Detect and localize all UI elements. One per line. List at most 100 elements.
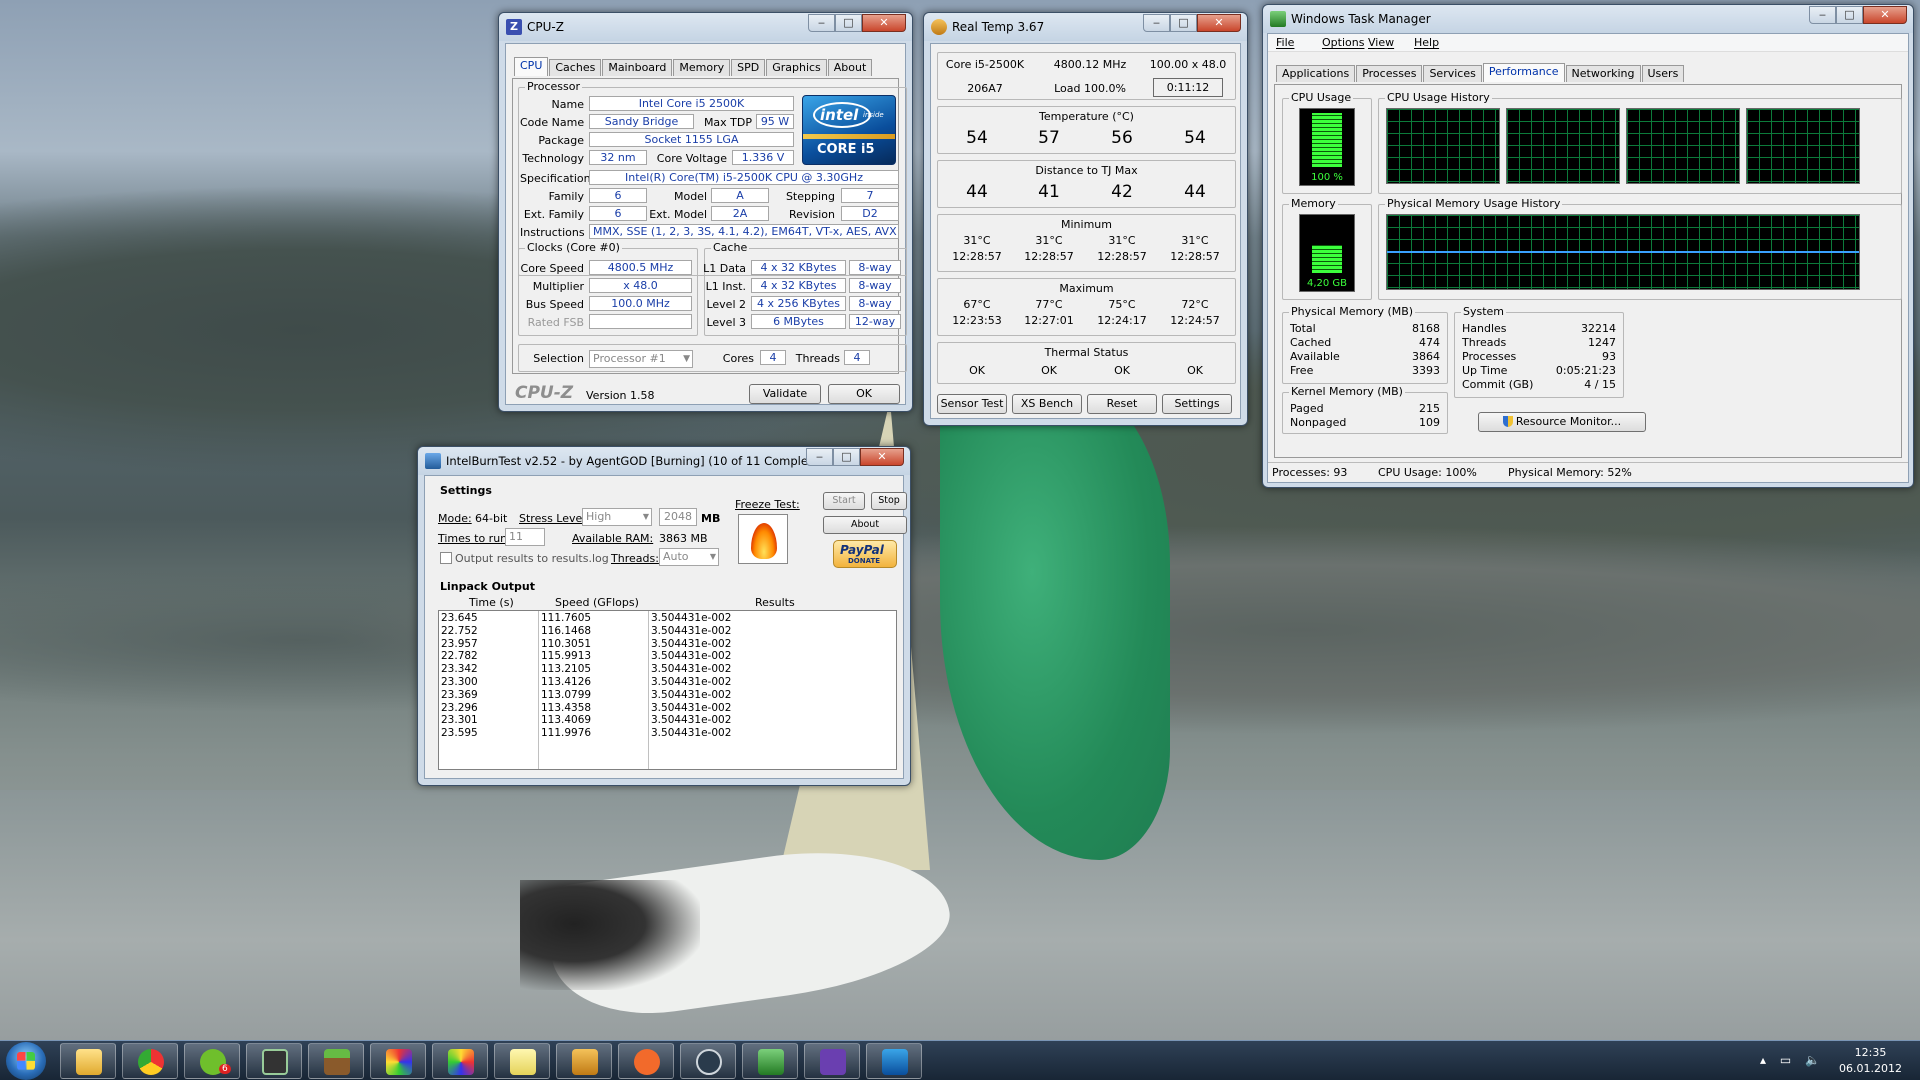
memory-size-input[interactable]: 2048 [659, 508, 697, 526]
volume-icon[interactable]: 🔈 [1805, 1053, 1820, 1067]
taskbar-taskmanager[interactable] [742, 1043, 798, 1079]
settings-label: Settings [440, 484, 492, 497]
list-item: 23.300 [441, 675, 478, 688]
tab-about[interactable]: About [827, 59, 873, 76]
realtemp-titlebar[interactable]: Real Temp 3.67 ‒ □ ✕ [924, 13, 1247, 41]
reset-button[interactable]: Reset [1087, 394, 1157, 414]
specification-label: Specification [520, 172, 591, 185]
cpuz-client: CPU Caches Mainboard Memory SPD Graphics About… [505, 43, 907, 405]
minecraft-block-icon [324, 1049, 350, 1075]
taskmanager-titlebar[interactable]: Windows Task Manager ‒ □ ✕ [1263, 5, 1913, 33]
taskbar-chrome[interactable] [122, 1043, 178, 1079]
taskbar-clock[interactable]: 12:35 06.01.2012 [1839, 1045, 1902, 1077]
tab-spd[interactable]: SPD [731, 59, 766, 76]
freeze-test-label: Freeze Test: [735, 498, 800, 511]
taskbar-intelburntest[interactable] [866, 1043, 922, 1079]
minimize-button[interactable]: ‒ [1809, 6, 1836, 24]
linpack-output-list[interactable]: 23.645 22.752 23.957 22.782 23.342 23.300 23.3… [438, 610, 897, 770]
tab-caches[interactable]: Caches [549, 59, 602, 76]
level3-value: 6 MBytes [751, 314, 846, 329]
cores-label: Cores [722, 352, 754, 365]
ok-button[interactable]: OK [828, 384, 900, 404]
close-button[interactable]: ✕ [862, 14, 906, 32]
package-value: Socket 1155 LGA [589, 132, 794, 147]
maximize-button[interactable]: □ [1836, 6, 1863, 24]
tab-graphics[interactable]: Graphics [766, 59, 827, 76]
taskbar-realtemp[interactable] [556, 1043, 612, 1079]
tab-mainboard[interactable]: Mainboard [602, 59, 673, 76]
minimize-button[interactable]: ‒ [806, 448, 833, 466]
stress-level-dropdown[interactable]: High ▼ [582, 508, 652, 526]
flame-icon[interactable] [738, 514, 788, 564]
cpuz-titlebar[interactable]: Z CPU-Z ‒ □ ✕ [499, 13, 912, 41]
list-item: 23.301 [441, 714, 478, 727]
minimize-button[interactable]: ‒ [1143, 14, 1170, 32]
tab-cpu[interactable]: CPU [514, 57, 549, 76]
tray-expand-icon[interactable]: ▴ [1760, 1053, 1766, 1067]
output-log-checkbox[interactable] [440, 552, 452, 564]
cpuz-brand: CPU-Z [515, 383, 574, 403]
sensor-test-button[interactable]: Sensor Test [937, 394, 1007, 414]
instructions-label: Instructions [520, 226, 585, 239]
taskbar-explorer[interactable] [60, 1043, 116, 1079]
validate-button[interactable]: Validate [749, 384, 821, 404]
taskbar-spotify[interactable]: 6 [184, 1043, 240, 1079]
list-item: 110.3051 [541, 637, 592, 650]
start-button[interactable] [6, 1042, 46, 1080]
close-button[interactable]: ✕ [1863, 6, 1907, 24]
maximize-button[interactable]: □ [835, 14, 862, 32]
threads-label: Threads: [611, 552, 659, 565]
list-item: 116.1468 [541, 624, 592, 637]
chrome-icon [138, 1049, 164, 1075]
list-item: 23.342 [441, 663, 478, 676]
taskbar-minecraft[interactable] [308, 1043, 364, 1079]
rated-fsb-label: Rated FSB [527, 316, 584, 329]
chevron-down-icon: ▼ [709, 552, 716, 561]
clocks-label: Clocks (Core #0) [525, 241, 622, 254]
list-item: 22.782 [441, 650, 478, 663]
resource-monitor-button[interactable]: Resource Monitor... [1478, 412, 1646, 432]
taskbar-cpuz[interactable] [804, 1043, 860, 1079]
bus-speed-label: Bus Speed [525, 298, 584, 311]
minimize-button[interactable]: ‒ [808, 14, 835, 32]
column-results: Results [755, 596, 795, 609]
threads-dropdown[interactable]: Auto ▼ [659, 548, 719, 566]
network-icon[interactable]: ▭ [1780, 1053, 1791, 1067]
maximize-button[interactable]: □ [833, 448, 860, 466]
instructions-value: MMX, SSE (1, 2, 3, 3S, 4.1, 4.2), EM64T,… [589, 224, 899, 239]
taskbar-utorrent[interactable] [246, 1043, 302, 1079]
list-item: 113.4126 [541, 675, 592, 688]
taskbar-steam[interactable] [680, 1043, 736, 1079]
l1-inst-ways: 8-way [849, 278, 901, 293]
list-item: 3.504431e-002 [651, 624, 732, 637]
taskbar-origin[interactable] [618, 1043, 674, 1079]
xs-bench-button[interactable]: XS Bench [1012, 394, 1082, 414]
code-name-label: Code Name [520, 116, 585, 129]
intelburntest-titlebar[interactable]: IntelBurnTest v2.52 - by AgentGOD [Burni… [418, 447, 910, 475]
maximize-button[interactable]: □ [1170, 14, 1197, 32]
paypal-donate-button[interactable]: PayPal DONATE [833, 540, 897, 568]
core-voltage-value: 1.336 V [732, 150, 794, 165]
name-label: Name [551, 98, 584, 111]
taskbar-notes[interactable] [494, 1043, 550, 1079]
threads-value: 1247 [1588, 336, 1616, 349]
start-button[interactable]: Start [823, 492, 865, 510]
list-item: 113.4358 [541, 701, 592, 714]
taskbar-app-rgb1[interactable] [370, 1043, 426, 1079]
settings-button[interactable]: Settings [1162, 394, 1232, 414]
close-button[interactable]: ✕ [1197, 14, 1241, 32]
taskbar-app-rgb2[interactable] [432, 1043, 488, 1079]
stepping-label: Stepping [785, 190, 835, 203]
stop-button[interactable]: Stop [871, 492, 907, 510]
max-tdp-value: 95 W [756, 114, 794, 129]
close-button[interactable]: ✕ [860, 448, 904, 466]
paypal-text: PayPal [840, 543, 884, 557]
tab-memory[interactable]: Memory [673, 59, 731, 76]
taskmanager-window: Windows Task Manager ‒ □ ✕ File Options Vi… [1262, 4, 1914, 488]
about-button[interactable]: About [823, 516, 907, 534]
mode-value: 64-bit [475, 512, 508, 525]
color-cubes-icon [386, 1049, 412, 1075]
column-speed: Speed (GFlops) [555, 596, 639, 609]
times-to-run-input[interactable]: 11 [505, 528, 545, 546]
selection-dropdown[interactable]: Processor #1 ▼ [589, 350, 693, 368]
